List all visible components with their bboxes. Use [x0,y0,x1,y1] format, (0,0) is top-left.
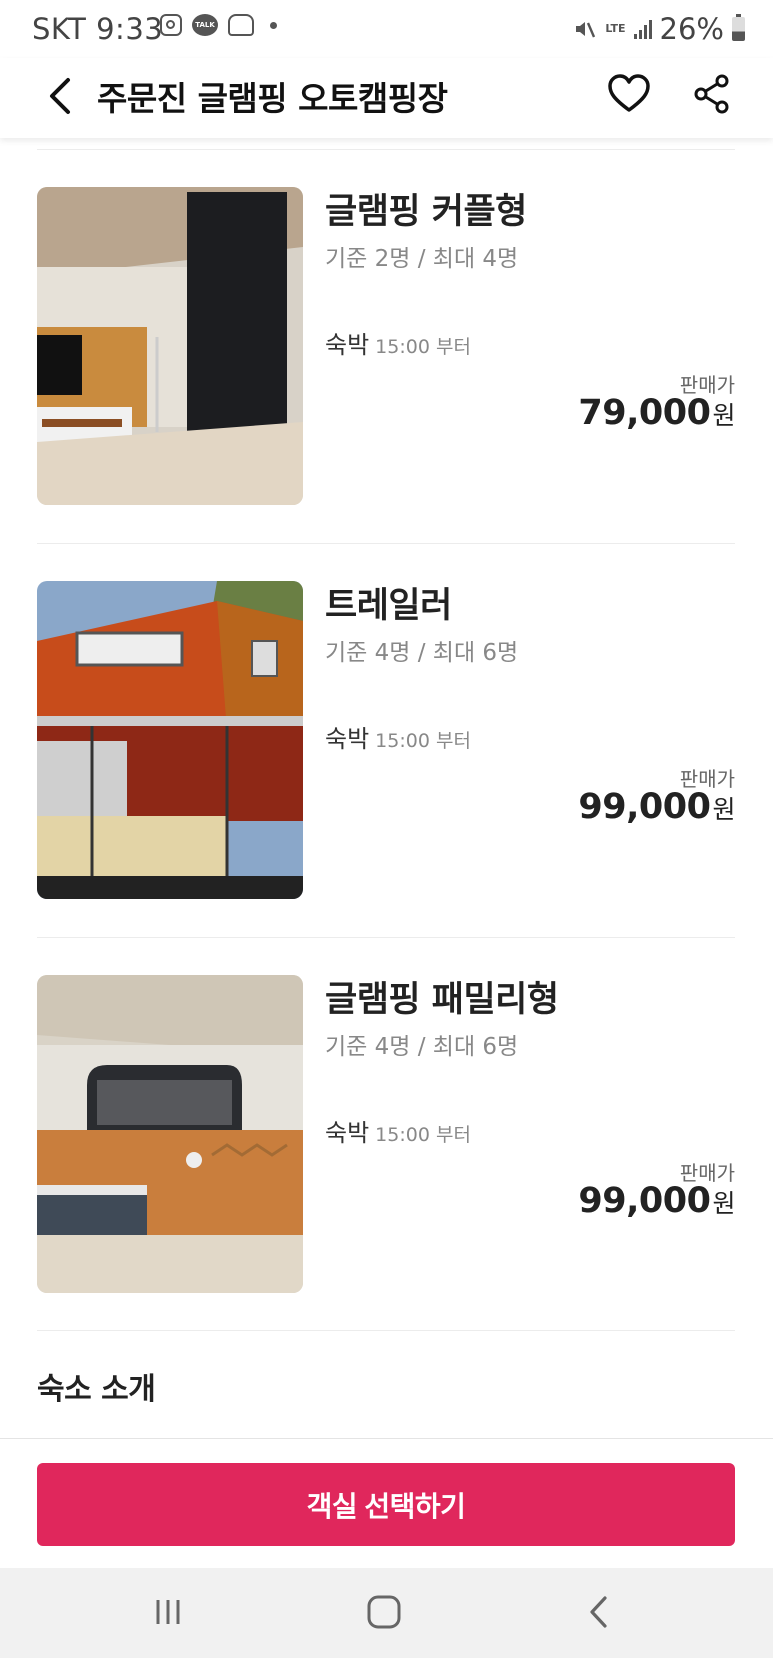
system-indicators: LTE 26% [573,12,745,46]
app-notification-icon [228,14,254,36]
heart-icon[interactable] [606,72,652,116]
room-photo-couple-glamping[interactable] [37,187,303,505]
divider [37,1330,735,1331]
stay-label: 숙박 [325,1119,370,1147]
currency-unit: 원 [712,401,735,430]
stay-label: 숙박 [325,725,370,753]
room-photo-family-glamping[interactable] [37,975,303,1293]
price-value: 99,000 [578,787,711,827]
room-photo-trailer[interactable] [37,581,303,899]
back-arrow-icon[interactable] [40,74,80,118]
currency-unit: 원 [712,795,735,824]
bottom-cta-bar: 객실 선택하기 [0,1438,773,1569]
room-card[interactable]: 트레일러 기준 4명 / 최대 6명 숙박 15:00 부터 판매가 99,000… [0,581,773,901]
battery-percent: 26% [659,12,724,46]
select-room-button[interactable]: 객실 선택하기 [37,1463,735,1546]
stay-info: 숙박 15:00 부터 [325,325,471,360]
page-title: 주문진 글램핑 오토캠핑장 [97,79,448,118]
checkin-time: 15:00 부터 [375,730,471,752]
room-card[interactable]: 글램핑 커플형 기준 2명 / 최대 4명 숙박 15:00 부터 판매가 79,… [0,187,773,507]
home-icon[interactable] [362,1592,406,1632]
mute-icon [576,22,596,38]
room-name: 트레일러 [325,586,452,626]
section-title-intro: 숙소 소개 [37,1372,156,1407]
price-value: 99,000 [578,1181,711,1221]
app-header: 주문진 글램핑 오토캠핑장 [0,58,773,138]
notification-icons: TALK [160,14,277,36]
status-bar: SKT 9:33 TALK LTE 26% [0,0,773,58]
battery-icon [732,14,745,41]
system-navigation-bar [0,1568,773,1658]
kakaotalk-icon: TALK [192,14,218,36]
room-capacity: 기준 2명 / 최대 4명 [325,246,519,272]
room-name: 글램핑 패밀리형 [325,980,559,1020]
room-capacity: 기준 4명 / 최대 6명 [325,640,519,666]
room-name: 글램핑 커플형 [325,192,527,232]
checkin-time: 15:00 부터 [375,336,471,358]
room-price: 99,000원 [578,787,735,827]
room-price: 99,000원 [578,1181,735,1221]
share-icon[interactable] [690,72,734,116]
checkin-time: 15:00 부터 [375,1124,471,1146]
room-card[interactable]: 글램핑 패밀리형 기준 4명 / 최대 6명 숙박 15:00 부터 판매가 99… [0,975,773,1295]
more-notifications-dot-icon [270,21,277,29]
instagram-icon [160,14,182,36]
recent-apps-icon[interactable] [146,1592,190,1632]
room-price: 79,000원 [578,393,735,433]
price-value: 79,000 [578,393,711,433]
stay-label: 숙박 [325,331,370,359]
status-time: SKT 9:33 [32,12,164,46]
stay-info: 숙박 15:00 부터 [325,1113,471,1148]
currency-unit: 원 [712,1189,735,1218]
stay-info: 숙박 15:00 부터 [325,719,471,754]
signal-icon [633,19,652,39]
back-icon[interactable] [578,1592,622,1632]
divider [37,543,735,544]
divider [37,937,735,938]
room-capacity: 기준 4명 / 최대 6명 [325,1034,519,1060]
divider [37,149,735,150]
lte-icon: LTE [605,22,626,35]
